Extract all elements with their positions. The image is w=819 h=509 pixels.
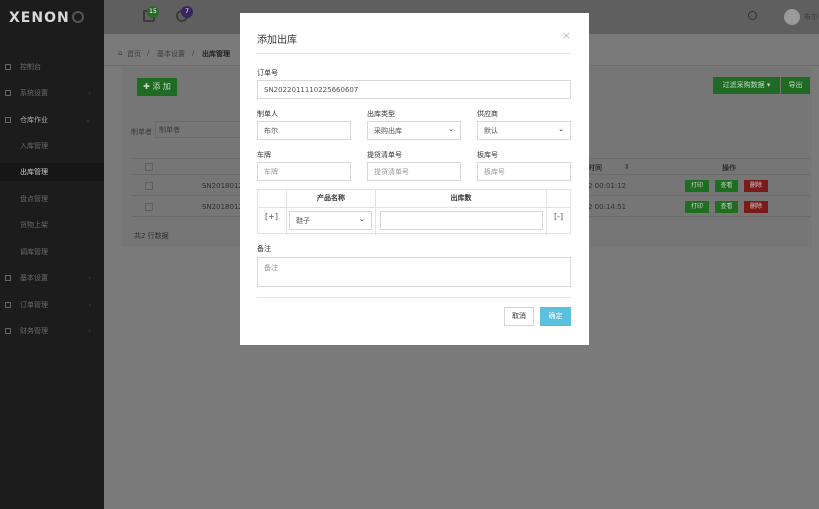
quantity-field[interactable] bbox=[380, 211, 543, 230]
table-divider bbox=[546, 190, 547, 235]
column-header-time[interactable]: 时间 bbox=[588, 163, 602, 173]
chevron-down-icon: ⌄ bbox=[448, 125, 454, 133]
delete-button[interactable]: 删除 bbox=[744, 201, 768, 213]
board-number-field[interactable]: 板库号 bbox=[477, 162, 571, 181]
print-button[interactable]: 打印 bbox=[685, 201, 709, 213]
order-number-label: 订单号 bbox=[257, 69, 278, 77]
outbound-type-value: 采购出库 bbox=[374, 127, 402, 135]
product-value: 鞋子 bbox=[296, 217, 310, 225]
product-table: 产品名称 出库数 [+] 鞋子 ⌄ [-] bbox=[257, 189, 571, 235]
chevron-right-icon: › bbox=[88, 301, 91, 309]
creator-field[interactable]: 布尔 bbox=[257, 121, 351, 140]
quantity-header: 出库数 bbox=[450, 194, 472, 202]
view-button[interactable]: 查看 bbox=[715, 180, 738, 192]
avatar[interactable] bbox=[784, 9, 800, 25]
app-logo: XENON bbox=[9, 10, 70, 26]
sidebar-item-shelving[interactable]: 货物上架 bbox=[0, 216, 104, 234]
search-icon[interactable] bbox=[748, 11, 757, 20]
view-button[interactable]: 查看 bbox=[715, 201, 738, 213]
supplier-value: 默认 bbox=[484, 127, 498, 135]
chevron-right-icon: › bbox=[88, 274, 91, 282]
board-number-label: 板库号 bbox=[477, 151, 498, 159]
messages-badge: 15 bbox=[147, 6, 159, 18]
note-textarea[interactable]: 备注 bbox=[257, 257, 571, 287]
sidebar-item-warehouse-ops[interactable]: 仓库作业 ⌄ bbox=[0, 111, 104, 129]
pickup-list-label: 提货清单号 bbox=[367, 151, 402, 159]
remove-row-button[interactable]: [-] bbox=[554, 212, 563, 221]
breadcrumb-separator: / bbox=[192, 49, 195, 57]
pickup-list-field[interactable]: 提货清单号 bbox=[367, 162, 461, 181]
add-button[interactable]: ✚ 添 加 bbox=[137, 78, 177, 96]
row-checkbox[interactable] bbox=[145, 182, 153, 190]
user-name[interactable]: 布尔 bbox=[804, 12, 818, 22]
sidebar-item-dashboard[interactable]: 控制台 bbox=[0, 58, 104, 76]
breadcrumb-parent[interactable]: 基本设置 bbox=[157, 49, 185, 59]
sidebar-item-finance[interactable]: 财务管理 › bbox=[0, 322, 104, 340]
breadcrumb-home[interactable]: 首页 bbox=[127, 49, 141, 59]
filter-dropdown-button[interactable]: 过滤采购数据 ▾ bbox=[713, 77, 780, 94]
breadcrumb-separator: / bbox=[147, 49, 150, 57]
add-row-button[interactable]: [+] bbox=[265, 212, 278, 221]
row-time: 2 00:14:51 bbox=[588, 203, 627, 211]
filter-label: 制单者 bbox=[131, 128, 152, 136]
outbound-type-label: 出库类型 bbox=[367, 110, 395, 118]
outbound-type-select[interactable]: 采购出库 ⌄ bbox=[367, 121, 461, 140]
gear-icon bbox=[5, 275, 11, 281]
orders-icon bbox=[5, 302, 11, 308]
chevron-down-icon: ⌄ bbox=[85, 116, 91, 124]
sidebar-item-outbound[interactable]: 出库管理 bbox=[0, 163, 104, 181]
modal-footer-divider bbox=[257, 297, 571, 298]
sidebar-item-system-settings[interactable]: 系统设置 › bbox=[0, 84, 104, 102]
modal-title: 添加出库 bbox=[257, 35, 297, 46]
chevron-down-icon: ⌄ bbox=[558, 125, 564, 133]
settings-gear-icon[interactable] bbox=[72, 11, 84, 23]
print-button[interactable]: 打印 bbox=[685, 180, 709, 192]
cancel-button[interactable]: 取消 bbox=[504, 307, 534, 326]
monitor-icon bbox=[5, 90, 11, 96]
plate-label: 车牌 bbox=[257, 151, 271, 159]
sidebar-item-orders[interactable]: 订单管理 › bbox=[0, 296, 104, 314]
close-icon[interactable]: × bbox=[562, 29, 571, 42]
column-header-ops: 操作 bbox=[722, 164, 736, 172]
sidebar-item-inbound[interactable]: 入库管理 bbox=[0, 137, 104, 155]
sidebar-item-inventory[interactable]: 盘点管理 bbox=[0, 190, 104, 208]
export-button[interactable]: 导出 bbox=[781, 77, 810, 94]
chevron-down-icon: ⌄ bbox=[359, 215, 365, 223]
sort-icon[interactable]: ⇕ bbox=[624, 163, 630, 171]
row-time: 2 00:01:12 bbox=[588, 182, 627, 190]
delete-button[interactable]: 删除 bbox=[744, 180, 768, 192]
order-number-field[interactable]: SN2022011110225660607 bbox=[257, 80, 571, 99]
note-label: 备注 bbox=[257, 245, 271, 253]
product-name-header: 产品名称 bbox=[317, 194, 345, 202]
notifications-badge: 7 bbox=[181, 6, 193, 18]
table-divider bbox=[258, 207, 570, 208]
creator-label: 制单人 bbox=[257, 110, 278, 118]
supplier-label: 供应商 bbox=[477, 110, 498, 118]
sidebar-item-transfer[interactable]: 调库管理 bbox=[0, 243, 104, 261]
finance-icon bbox=[5, 328, 11, 334]
chevron-right-icon: › bbox=[88, 327, 91, 335]
warehouse-icon bbox=[5, 117, 11, 123]
sidebar: XENON 控制台 系统设置 › 仓库作业 ⌄ 入库管理 出库管理 盘点管理 货… bbox=[0, 0, 104, 509]
supplier-select[interactable]: 默认 ⌄ bbox=[477, 121, 571, 140]
breadcrumb-current: 出库管理 bbox=[202, 50, 230, 58]
modal-divider bbox=[257, 53, 571, 54]
confirm-button[interactable]: 确定 bbox=[540, 307, 571, 326]
chevron-right-icon: › bbox=[88, 89, 91, 97]
sidebar-item-basic-settings[interactable]: 基本设置 › bbox=[0, 269, 104, 287]
product-select[interactable]: 鞋子 ⌄ bbox=[289, 211, 372, 230]
row-checkbox[interactable] bbox=[145, 203, 153, 211]
plate-field[interactable]: 车牌 bbox=[257, 162, 351, 181]
home-icon: ⌂ bbox=[118, 49, 123, 57]
dashboard-icon bbox=[5, 64, 11, 70]
filter-input[interactable]: 制单者 bbox=[155, 121, 245, 138]
select-all-checkbox[interactable] bbox=[145, 163, 153, 171]
add-outbound-modal: 添加出库 × 订单号 SN2022011110225660607 制单人 布尔 … bbox=[240, 13, 589, 345]
row-count: 共2 行数据 bbox=[134, 232, 169, 240]
